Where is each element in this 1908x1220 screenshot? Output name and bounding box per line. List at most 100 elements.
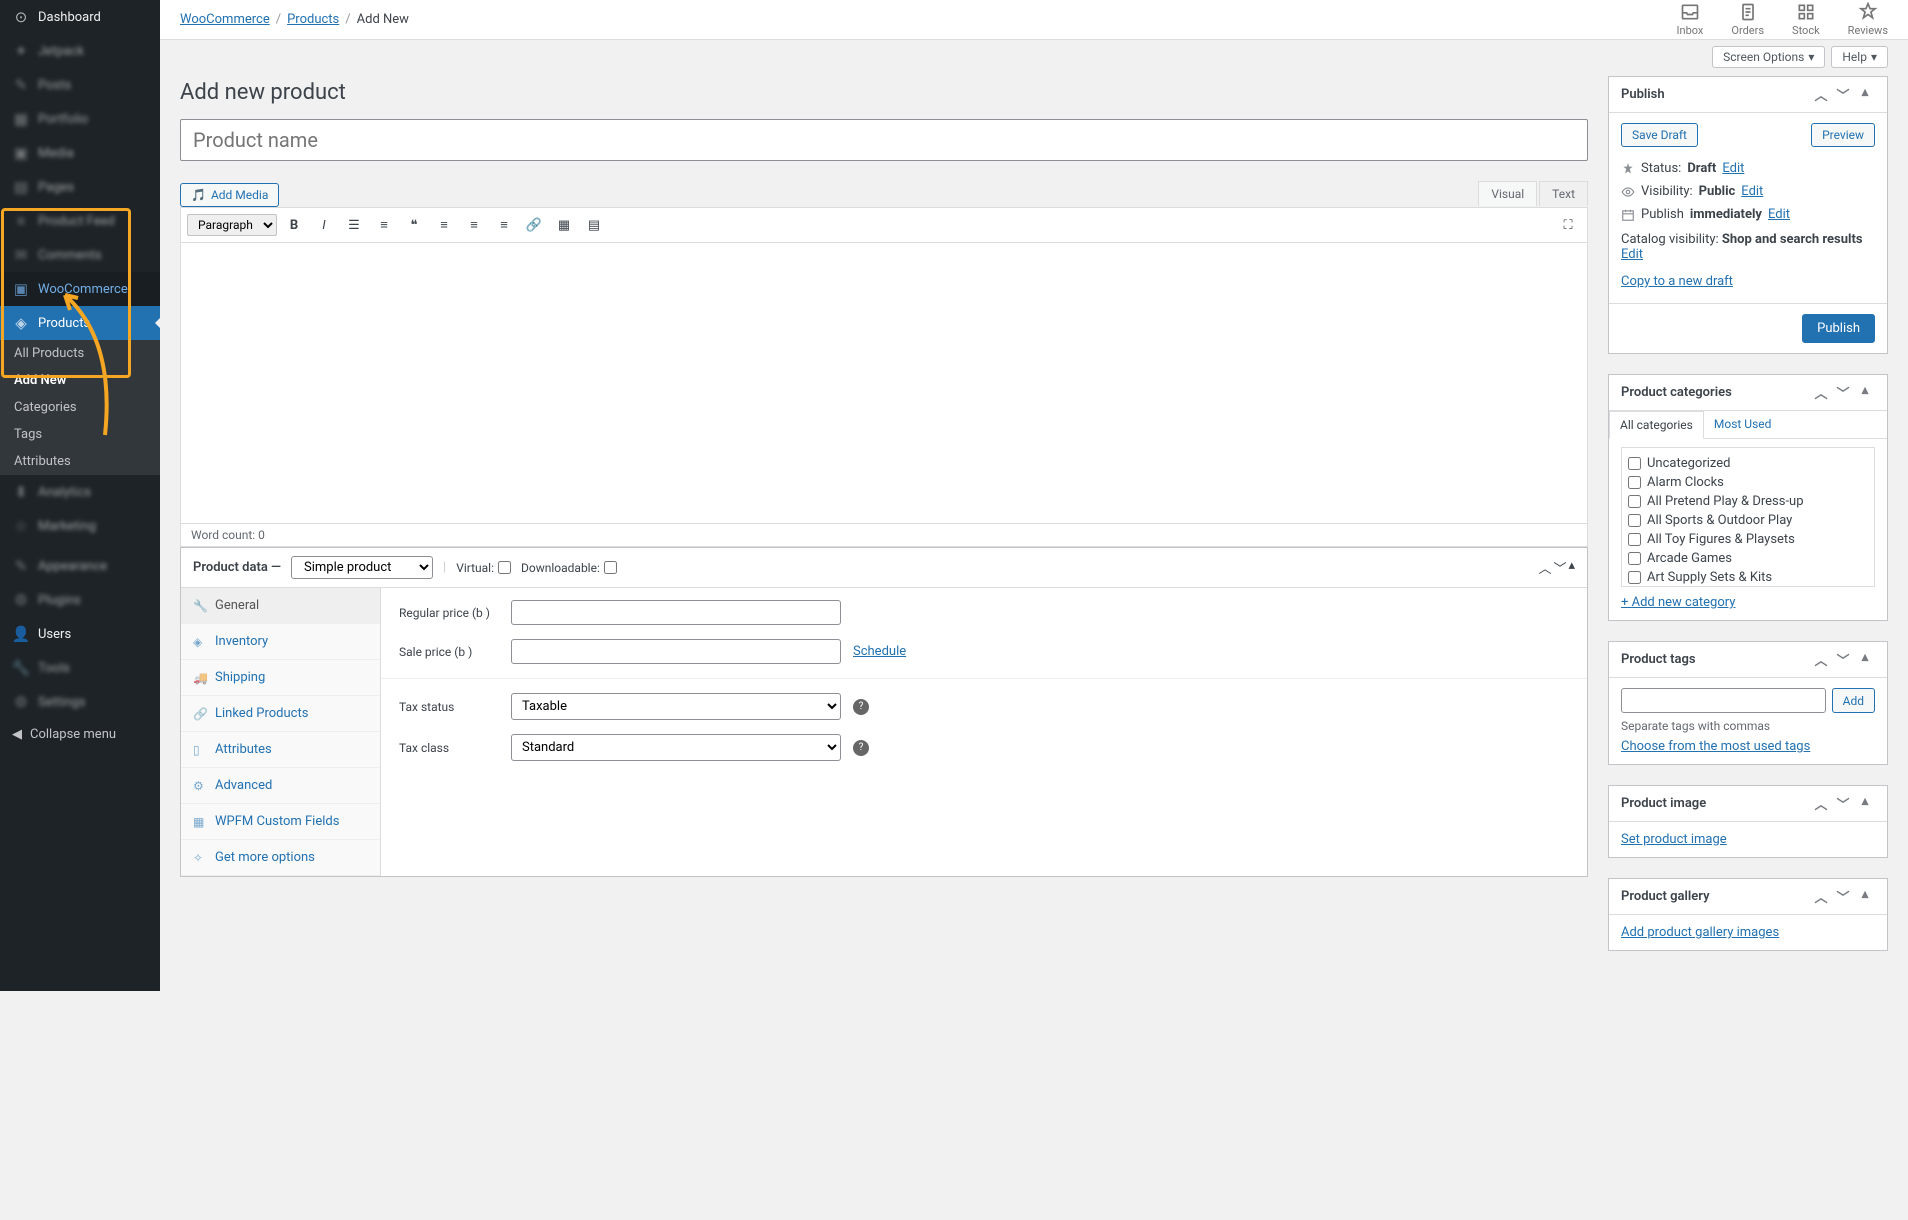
publish-button[interactable]: Publish [1802, 314, 1875, 343]
category-item[interactable]: All Pretend Play & Dress-up [1628, 492, 1868, 511]
chevron-up-icon[interactable]: ︿ [1538, 558, 1551, 577]
cat-tab-all[interactable]: All categories [1609, 411, 1704, 439]
fullscreen-button[interactable]: ⛶ [1555, 212, 1581, 238]
ul-button[interactable]: ☰ [341, 212, 367, 238]
category-item[interactable]: All Sports & Outdoor Play [1628, 511, 1868, 530]
chevron-down-icon[interactable]: ﹀ [1553, 558, 1566, 577]
edit-catalog-link[interactable]: Edit [1621, 247, 1643, 262]
sidebar-item-blurred[interactable]: ✎Posts [0, 68, 160, 102]
breadcrumb-woocommerce[interactable]: WooCommerce [180, 12, 270, 27]
topbar-inbox[interactable]: Inbox [1677, 2, 1704, 37]
add-tag-button[interactable]: Add [1832, 688, 1875, 713]
save-draft-button[interactable]: Save Draft [1621, 123, 1698, 147]
quote-button[interactable]: ❝ [401, 212, 427, 238]
toggle-icon[interactable]: ▴ [1855, 650, 1875, 669]
pd-tab-linked[interactable]: 🔗Linked Products [181, 696, 380, 732]
chevron-up-icon[interactable]: ︿ [1811, 85, 1831, 104]
more-button[interactable]: ▦ [551, 212, 577, 238]
chevron-down-icon[interactable]: ﹀ [1833, 383, 1853, 402]
virtual-checkbox[interactable] [498, 561, 511, 574]
align-left-button[interactable]: ≡ [431, 212, 457, 238]
chevron-up-icon[interactable]: ︿ [1811, 887, 1831, 906]
italic-button[interactable]: I [311, 212, 337, 238]
category-list[interactable]: Uncategorized Alarm Clocks All Pretend P… [1621, 447, 1875, 587]
submenu-tags[interactable]: Tags [0, 421, 160, 448]
chevron-down-icon[interactable]: ﹀ [1833, 794, 1853, 813]
tax-status-select[interactable]: Taxable [511, 693, 841, 720]
edit-status-link[interactable]: Edit [1722, 161, 1744, 176]
submenu-attributes[interactable]: Attributes [0, 448, 160, 475]
chevron-up-icon[interactable]: ︿ [1811, 650, 1831, 669]
chevron-up-icon[interactable]: ︿ [1811, 383, 1831, 402]
sale-price-input[interactable] [511, 639, 841, 664]
virtual-label[interactable]: Virtual: [456, 561, 511, 575]
regular-price-input[interactable] [511, 600, 841, 625]
chevron-down-icon[interactable]: ﹀ [1833, 85, 1853, 104]
edit-visibility-link[interactable]: Edit [1741, 184, 1763, 199]
toolbar-toggle-button[interactable]: ▤ [581, 212, 607, 238]
editor-tab-visual[interactable]: Visual [1478, 181, 1537, 206]
align-center-button[interactable]: ≡ [461, 212, 487, 238]
pd-tab-shipping[interactable]: 🚚Shipping [181, 660, 380, 696]
topbar-reviews[interactable]: Reviews [1848, 2, 1888, 37]
sidebar-item-blurred[interactable]: ⚙Plugins [0, 583, 160, 617]
sidebar-item-blurred[interactable]: ≡Product Feed [0, 204, 160, 238]
schedule-link[interactable]: Schedule [853, 644, 906, 659]
breadcrumb-products[interactable]: Products [287, 12, 339, 27]
downloadable-checkbox[interactable] [604, 561, 617, 574]
link-button[interactable]: 🔗 [521, 212, 547, 238]
set-product-image-link[interactable]: Set product image [1621, 832, 1727, 847]
cat-tab-most-used[interactable]: Most Used [1704, 411, 1782, 438]
add-category-link[interactable]: + Add new category [1621, 595, 1735, 610]
downloadable-label[interactable]: Downloadable: [521, 561, 617, 575]
category-item[interactable]: Uncategorized [1628, 454, 1868, 473]
pd-tab-more[interactable]: ✧Get more options [181, 840, 380, 876]
topbar-stock[interactable]: Stock [1792, 2, 1820, 37]
pd-tab-general[interactable]: 🔧General [181, 588, 380, 624]
align-right-button[interactable]: ≡ [491, 212, 517, 238]
editor-tab-text[interactable]: Text [1539, 181, 1588, 206]
editor-body[interactable] [181, 243, 1587, 523]
pd-tab-wpfm[interactable]: ▦WPFM Custom Fields [181, 804, 380, 840]
copy-draft-link[interactable]: Copy to a new draft [1621, 274, 1733, 289]
chevron-down-icon[interactable]: ﹀ [1833, 650, 1853, 669]
help-button[interactable]: Help ▾ [1831, 46, 1888, 68]
product-name-input[interactable] [180, 119, 1588, 161]
toggle-icon[interactable]: ▴ [1855, 383, 1875, 402]
bold-button[interactable]: B [281, 212, 307, 238]
pd-tab-inventory[interactable]: ◈Inventory [181, 624, 380, 660]
topbar-orders[interactable]: Orders [1731, 2, 1764, 37]
choose-tags-link[interactable]: Choose from the most used tags [1621, 739, 1810, 754]
collapse-menu[interactable]: ◀ Collapse menu [0, 719, 160, 750]
ol-button[interactable]: ≡ [371, 212, 397, 238]
help-icon[interactable]: ? [853, 699, 869, 715]
sidebar-item-blurred[interactable]: ⚙Settings [0, 685, 160, 719]
toggle-icon[interactable]: ▴ [1855, 85, 1875, 104]
preview-button[interactable]: Preview [1811, 123, 1875, 147]
toggle-icon[interactable]: ▴ [1855, 887, 1875, 906]
chevron-up-icon[interactable]: ︿ [1811, 794, 1831, 813]
sidebar-item-dashboard[interactable]: ⊙ Dashboard [0, 0, 160, 34]
submenu-add-new[interactable]: Add New [0, 367, 160, 394]
toggle-icon[interactable]: ▴ [1568, 558, 1575, 577]
sidebar-item-users[interactable]: 👤Users [0, 617, 160, 651]
category-item[interactable]: Alarm Clocks [1628, 473, 1868, 492]
submenu-categories[interactable]: Categories [0, 394, 160, 421]
sidebar-item-blurred[interactable]: ▣Media [0, 136, 160, 170]
category-item[interactable]: All Toy Figures & Playsets [1628, 530, 1868, 549]
tag-input[interactable] [1621, 688, 1826, 713]
sidebar-item-blurred[interactable]: ✎Appearance [0, 549, 160, 583]
paragraph-select[interactable]: Paragraph [187, 214, 277, 236]
sidebar-item-blurred[interactable]: ✦Jetpack [0, 34, 160, 68]
chevron-down-icon[interactable]: ﹀ [1833, 887, 1853, 906]
submenu-all-products[interactable]: All Products [0, 340, 160, 367]
category-item[interactable]: Art Supply Sets & Kits [1628, 568, 1868, 587]
sidebar-item-blurred[interactable]: 🔧Tools [0, 651, 160, 685]
tax-class-select[interactable]: Standard [511, 734, 841, 761]
product-type-select[interactable]: Simple product [291, 556, 433, 579]
screen-options-button[interactable]: Screen Options ▾ [1712, 46, 1825, 68]
category-item[interactable]: Arcade Games [1628, 549, 1868, 568]
edit-publish-link[interactable]: Edit [1768, 207, 1790, 222]
pd-tab-attributes[interactable]: ▯Attributes [181, 732, 380, 768]
sidebar-item-blurred[interactable]: ⬍Analytics [0, 475, 160, 509]
